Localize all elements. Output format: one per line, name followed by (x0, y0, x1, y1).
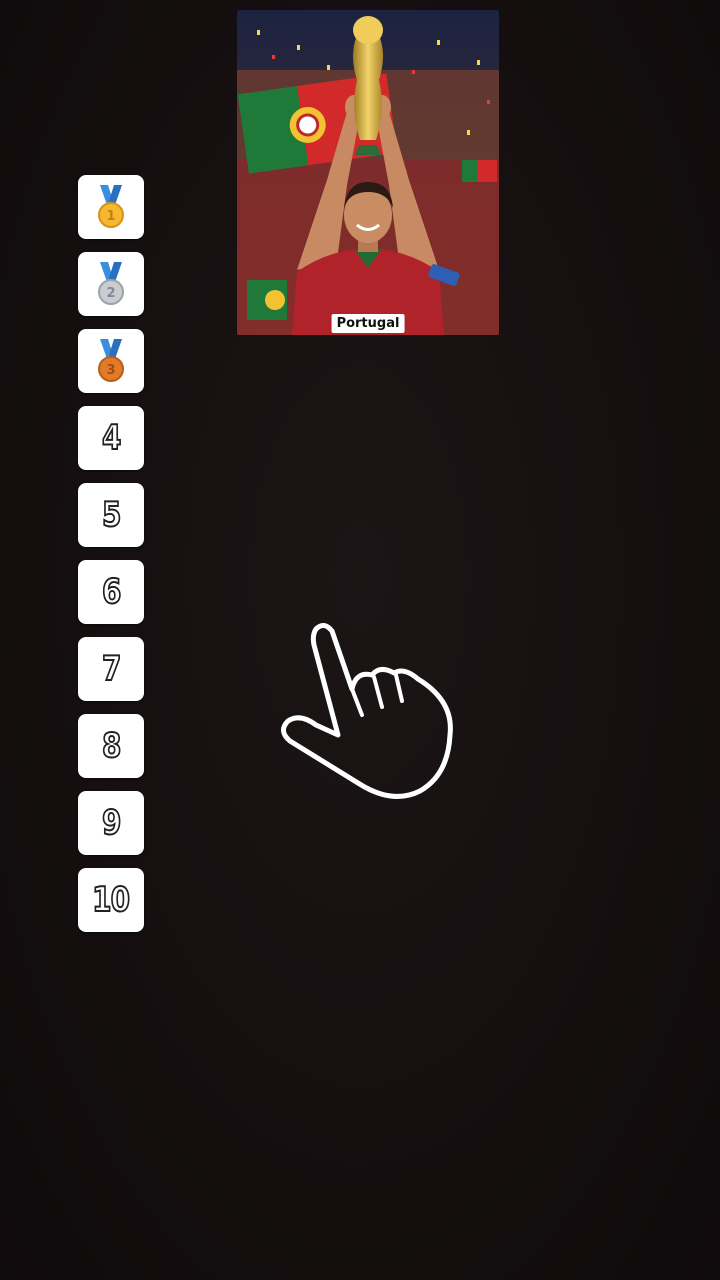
rank-number: 8 (101, 725, 122, 767)
rank-slot-4[interactable]: 4 (78, 406, 144, 470)
svg-text:1: 1 (106, 209, 115, 224)
rank-number: 9 (101, 802, 122, 844)
rank-slot-5[interactable]: 5 (78, 483, 144, 547)
svg-text:3: 3 (106, 363, 115, 378)
player-photo (237, 10, 499, 335)
tap-hand-icon (272, 615, 472, 815)
rank-slot-8[interactable]: 8 (78, 714, 144, 778)
game-screen: Portugal 1 2 3 4 5 6 7 8 9 10 (0, 0, 720, 1280)
rank-slot-9[interactable]: 9 (78, 791, 144, 855)
silver-medal-icon: 2 (97, 262, 125, 306)
rank-number: 6 (101, 571, 122, 613)
rank-number: 5 (101, 494, 122, 536)
svg-text:2: 2 (106, 286, 115, 301)
rank-slot-3[interactable]: 3 (78, 329, 144, 393)
gold-medal-icon: 1 (97, 185, 125, 229)
rank-number: 7 (101, 648, 122, 690)
rank-slot-2[interactable]: 2 (78, 252, 144, 316)
rank-slot-10[interactable]: 10 (78, 868, 144, 932)
player-card[interactable]: Portugal (237, 10, 499, 335)
country-label: Portugal (331, 314, 405, 333)
rank-number: 4 (101, 417, 122, 459)
rank-slot-7[interactable]: 7 (78, 637, 144, 701)
bronze-medal-icon: 3 (97, 339, 125, 383)
rank-number: 10 (92, 879, 132, 921)
rank-slot-6[interactable]: 6 (78, 560, 144, 624)
rank-slot-1[interactable]: 1 (78, 175, 144, 239)
